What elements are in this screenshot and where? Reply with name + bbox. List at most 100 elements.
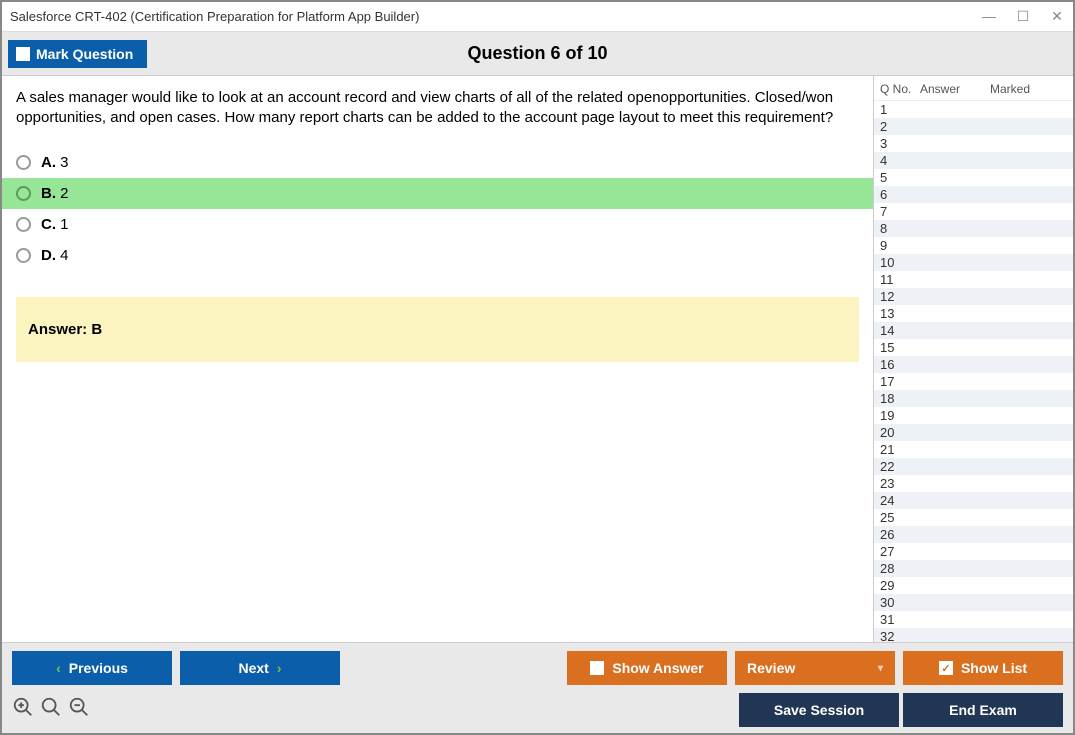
col-marked: Marked (990, 82, 1069, 96)
question-row[interactable]: 24 (874, 492, 1073, 509)
row-qno: 15 (880, 340, 920, 355)
sidebar-rows[interactable]: 1234567891011121314151617181920212223242… (874, 101, 1073, 642)
review-button[interactable]: Review ▾ (735, 651, 895, 685)
footer: ‹ Previous Next › Show Answer Review ▾ ✓… (2, 642, 1073, 733)
row-qno: 6 (880, 187, 920, 202)
row-qno: 18 (880, 391, 920, 406)
option-c[interactable]: C. 1 (2, 209, 873, 240)
question-row[interactable]: 14 (874, 322, 1073, 339)
question-row[interactable]: 8 (874, 220, 1073, 237)
minimize-icon[interactable]: — (981, 8, 997, 25)
question-row[interactable]: 19 (874, 407, 1073, 424)
row-qno: 29 (880, 578, 920, 593)
row-qno: 30 (880, 595, 920, 610)
mark-question-label: Mark Question (36, 46, 133, 62)
previous-button[interactable]: ‹ Previous (12, 651, 172, 685)
question-row[interactable]: 16 (874, 356, 1073, 373)
question-row[interactable]: 4 (874, 152, 1073, 169)
question-row[interactable]: 23 (874, 475, 1073, 492)
option-a[interactable]: A. 3 (2, 147, 873, 178)
footer-row-2: Save Session End Exam (12, 693, 1063, 727)
radio-icon (16, 248, 31, 263)
option-label: B. 2 (41, 185, 69, 202)
row-qno: 20 (880, 425, 920, 440)
col-qno: Q No. (880, 82, 920, 96)
row-qno: 27 (880, 544, 920, 559)
option-d[interactable]: D. 4 (2, 240, 873, 271)
radio-icon (16, 186, 31, 201)
question-row[interactable]: 28 (874, 560, 1073, 577)
question-row[interactable]: 6 (874, 186, 1073, 203)
question-row[interactable]: 10 (874, 254, 1073, 271)
maximize-icon[interactable]: ☐ (1015, 8, 1031, 25)
question-row[interactable]: 18 (874, 390, 1073, 407)
close-icon[interactable]: ✕ (1049, 8, 1065, 25)
row-qno: 11 (880, 272, 920, 287)
question-row[interactable]: 15 (874, 339, 1073, 356)
question-header: Mark Question Question 6 of 10 (2, 32, 1073, 76)
row-qno: 28 (880, 561, 920, 576)
row-qno: 17 (880, 374, 920, 389)
next-label: Next (238, 660, 268, 676)
question-row[interactable]: 31 (874, 611, 1073, 628)
option-label: A. 3 (41, 154, 69, 171)
question-row[interactable]: 3 (874, 135, 1073, 152)
row-qno: 21 (880, 442, 920, 457)
zoom-reset-icon[interactable] (40, 696, 62, 724)
col-answer: Answer (920, 82, 990, 96)
options-list: A. 3 B. 2 C. 1 D. 4 (2, 147, 873, 271)
question-row[interactable]: 9 (874, 237, 1073, 254)
row-qno: 22 (880, 459, 920, 474)
show-list-label: Show List (961, 660, 1027, 676)
titlebar: Salesforce CRT-402 (Certification Prepar… (2, 2, 1073, 32)
row-qno: 5 (880, 170, 920, 185)
sidebar-header: Q No. Answer Marked (874, 76, 1073, 101)
question-row[interactable]: 27 (874, 543, 1073, 560)
row-qno: 31 (880, 612, 920, 627)
row-qno: 9 (880, 238, 920, 253)
option-b[interactable]: B. 2 (2, 178, 873, 209)
chevron-right-icon: › (277, 660, 282, 676)
show-list-button[interactable]: ✓ Show List (903, 651, 1063, 685)
option-label: C. 1 (41, 216, 69, 233)
zoom-out-icon[interactable] (68, 696, 90, 724)
next-button[interactable]: Next › (180, 651, 340, 685)
checkbox-icon (16, 47, 30, 61)
question-row[interactable]: 30 (874, 594, 1073, 611)
row-qno: 32 (880, 629, 920, 642)
question-row[interactable]: 21 (874, 441, 1073, 458)
question-row[interactable]: 26 (874, 526, 1073, 543)
question-row[interactable]: 11 (874, 271, 1073, 288)
row-qno: 14 (880, 323, 920, 338)
checkbox-icon (590, 661, 604, 675)
row-qno: 19 (880, 408, 920, 423)
row-qno: 13 (880, 306, 920, 321)
question-row[interactable]: 7 (874, 203, 1073, 220)
question-row[interactable]: 12 (874, 288, 1073, 305)
question-row[interactable]: 25 (874, 509, 1073, 526)
review-label: Review (747, 660, 795, 676)
previous-label: Previous (69, 660, 128, 676)
save-session-button[interactable]: Save Session (739, 693, 899, 727)
question-row[interactable]: 17 (874, 373, 1073, 390)
show-answer-button[interactable]: Show Answer (567, 651, 727, 685)
radio-icon (16, 155, 31, 170)
row-qno: 7 (880, 204, 920, 219)
question-row[interactable]: 5 (874, 169, 1073, 186)
question-row[interactable]: 2 (874, 118, 1073, 135)
zoom-in-icon[interactable] (12, 696, 34, 724)
mark-question-button[interactable]: Mark Question (8, 40, 147, 68)
row-qno: 24 (880, 493, 920, 508)
question-row[interactable]: 20 (874, 424, 1073, 441)
question-row[interactable]: 1 (874, 101, 1073, 118)
main-panel: A sales manager would like to look at an… (2, 76, 873, 642)
dropdown-icon: ▾ (878, 663, 883, 674)
question-row[interactable]: 22 (874, 458, 1073, 475)
question-row[interactable]: 32 (874, 628, 1073, 642)
answer-box: Answer: B (16, 297, 859, 362)
question-row[interactable]: 13 (874, 305, 1073, 322)
end-exam-button[interactable]: End Exam (903, 693, 1063, 727)
chevron-left-icon: ‹ (56, 660, 61, 676)
question-row[interactable]: 29 (874, 577, 1073, 594)
app-window: Salesforce CRT-402 (Certification Prepar… (0, 0, 1075, 735)
